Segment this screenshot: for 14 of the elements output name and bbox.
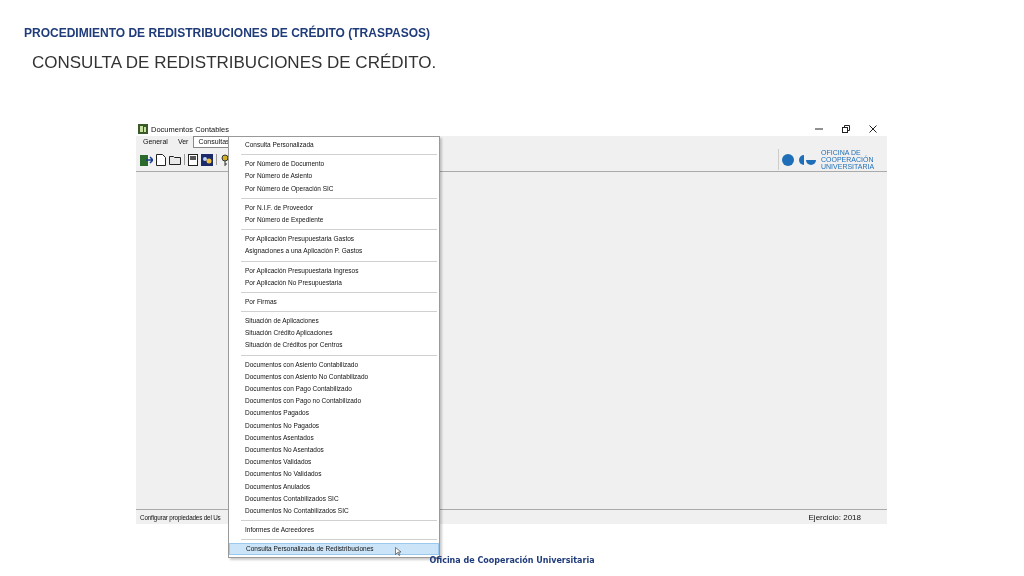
new-document-icon[interactable]	[156, 153, 166, 166]
people-icon[interactable]	[201, 153, 213, 166]
slide-subtitle: CONSULTA DE REDISTRIBUCIONES DE CRÉDITO.	[32, 53, 437, 73]
slide-title: PROCEDIMIENTO DE REDISTRIBUCIONES DE CRÉDITO (TRASPASOS)	[24, 26, 431, 40]
slide-footer: Oficina de Cooperación Universitaria	[0, 556, 1024, 565]
status-year: Ejercicio: 2018	[808, 512, 861, 522]
folder-icon[interactable]	[169, 154, 181, 165]
exit-door-icon[interactable]	[140, 153, 153, 166]
logo-mark-icon	[782, 153, 818, 166]
app-icon	[138, 124, 148, 134]
close-icon[interactable]	[868, 124, 878, 134]
document-icon[interactable]	[188, 153, 198, 166]
restore-icon[interactable]	[841, 124, 851, 134]
key-icon[interactable]	[220, 153, 230, 166]
